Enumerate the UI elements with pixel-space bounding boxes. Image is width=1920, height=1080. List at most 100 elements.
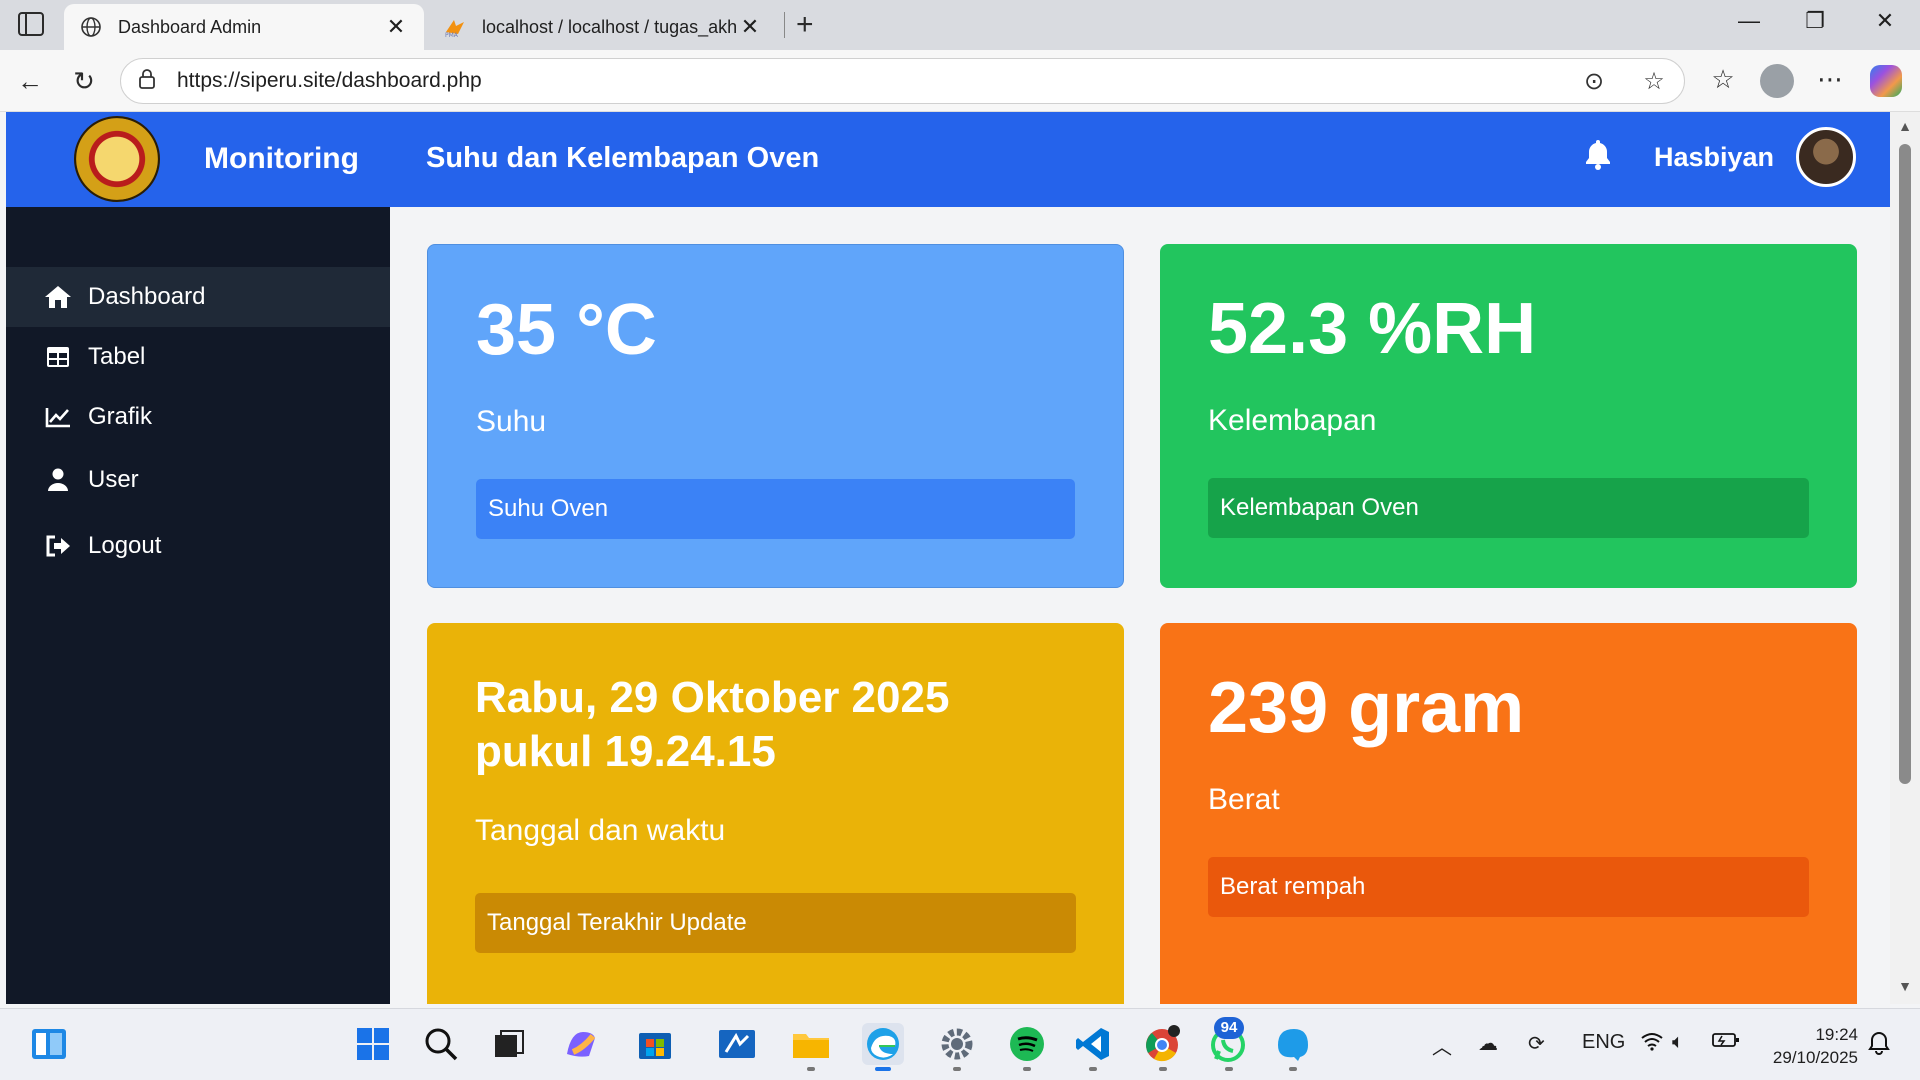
chart-icon [42,406,74,428]
sidebar-item-label: Logout [88,532,162,559]
scroll-up-icon[interactable]: ▲ [1890,118,1920,134]
tab-title: localhost / localhost / tugas_akhir [482,16,738,37]
close-window-icon[interactable]: ✕ [1870,8,1900,34]
edge-browser-icon[interactable] [862,1023,904,1071]
sidebar-item-label: Dashboard [88,283,206,310]
humidity-value: 52.3 %RH [1208,289,1537,369]
brand-area: Monitoring [6,112,390,207]
datetime-value: Rabu, 29 Oktober 2025 pukul 19.24.15 [475,673,950,776]
temperature-card: 35 °C Suhu Suhu Oven [427,244,1124,588]
favorite-star-icon[interactable]: ☆ [1624,67,1684,96]
vscode-icon[interactable] [1072,1023,1114,1071]
temperature-value: 35 °C [476,290,657,370]
sidebar-item-logout[interactable]: Logout [6,513,390,579]
svg-text:PMA: PMA [445,32,459,38]
sidebar-item-label: User [88,466,139,493]
browser-tab-bar: Dashboard Admin ✕ PMA localhost / localh… [0,0,1920,50]
running-indicator [875,1067,891,1071]
settings-menu-icon[interactable]: ⋯ [1812,64,1848,95]
file-explorer-icon[interactable] [790,1023,832,1071]
back-icon[interactable]: ← [14,66,46,97]
language-indicator[interactable]: ENG [1582,1031,1625,1054]
volume-icon[interactable]: 🔈︎ [1672,1031,1684,1054]
weight-footer[interactable]: Berat rempah [1208,857,1809,917]
clock-date: 29/10/2025 [1772,1048,1858,1067]
sidebar: Dashboard Tabel Grafik User Logout [6,207,390,1004]
notification-icon[interactable] [1868,1031,1890,1061]
wifi-icon[interactable] [1640,1031,1664,1057]
system-clock[interactable]: 19:24 29/10/2025 [1762,1023,1858,1069]
tab-phpmyadmin[interactable]: PMA localhost / localhost / tugas_akhir … [428,4,778,50]
dashboard-app: Monitoring Suhu dan Kelembapan Oven Hasb… [6,112,1890,1004]
page-scrollbar[interactable]: ▲ ▼ [1890,112,1920,1004]
onedrive-icon[interactable]: ☁ [1478,1031,1498,1056]
page-title: Suhu dan Kelembapan Oven [426,142,820,174]
globe-icon [80,16,102,38]
tab-dashboard-admin[interactable]: Dashboard Admin ✕ [64,4,424,50]
restore-icon[interactable]: ❐ [1800,8,1830,34]
minimize-icon[interactable]: — [1734,8,1764,34]
scroll-down-icon[interactable]: ▼ [1890,978,1920,994]
url-bar[interactable]: https://siperu.site/dashboard.php ⊙ ☆ [120,58,1685,104]
sidebar-item-grafik[interactable]: Grafik [6,387,390,447]
sidebar-item-tabel[interactable]: Tabel [6,327,390,387]
scrollbar-thumb[interactable] [1899,144,1911,784]
lock-icon[interactable] [137,68,165,95]
close-tab-icon[interactable]: ✕ [384,14,408,40]
windows-taskbar: 94 ︿ ☁ ⟳ ENG 🔈︎ 19:24 29/10/2025 [0,1008,1920,1080]
new-tab-icon[interactable]: + [796,8,814,42]
search-icon[interactable] [420,1023,462,1065]
running-indicator [1023,1067,1031,1071]
chrome-icon[interactable] [1142,1023,1184,1071]
username[interactable]: Hasbiyan [1654,142,1774,173]
sync-icon[interactable]: ⟳ [1528,1031,1545,1056]
running-indicator [807,1067,815,1071]
app-icon[interactable] [1272,1023,1314,1071]
more-options-icon[interactable]: ⊙ [1564,67,1624,96]
weight-card: 239 gram Berat Berat rempah [1160,623,1857,1004]
weight-label: Berat [1208,782,1280,816]
start-icon[interactable] [352,1023,394,1065]
microsoft-store-icon[interactable] [634,1023,676,1065]
running-indicator [1159,1067,1167,1071]
address-toolbar: ← ↻ https://siperu.site/dashboard.php ⊙ … [0,50,1920,112]
running-indicator [1289,1067,1297,1071]
humidity-footer[interactable]: Kelembapan Oven [1208,478,1809,538]
home-icon [42,285,74,309]
datetime-label: Tanggal dan waktu [475,814,726,848]
sidebar-item-label: Tabel [88,343,146,370]
mail-app-icon[interactable] [716,1023,758,1065]
copilot-icon[interactable] [1870,65,1902,97]
datetime-footer[interactable]: Tanggal Terakhir Update [475,893,1076,953]
whatsapp-notification-badge: 94 [1214,1017,1244,1039]
temperature-footer[interactable]: Suhu Oven [476,479,1075,539]
logout-icon [42,535,74,557]
close-tab-icon[interactable]: ✕ [738,14,762,40]
task-view-icon[interactable] [488,1023,530,1065]
profile-avatar-icon[interactable] [1760,64,1794,98]
humidity-label: Kelembapan [1208,403,1377,437]
weight-value: 239 gram [1208,668,1525,748]
sidebar-item-dashboard[interactable]: Dashboard [6,267,390,327]
sidebar-menu: Dashboard Tabel Grafik User Logout [6,267,390,579]
tab-separator [784,12,785,38]
chevron-up-icon[interactable]: ︿ [1432,1031,1452,1060]
brand-name[interactable]: Monitoring [204,142,359,176]
refresh-icon[interactable]: ↻ [68,66,100,97]
institution-logo [74,116,160,202]
copilot-app-icon[interactable] [560,1023,602,1065]
bell-icon[interactable] [1578,138,1618,175]
temperature-label: Suhu [476,404,547,438]
sidebar-item-user[interactable]: User [6,447,390,513]
favorites-icon[interactable]: ☆ [1705,64,1741,95]
url-text[interactable]: https://siperu.site/dashboard.php [177,69,1564,93]
clock-time: 19:24 [1815,1025,1858,1044]
battery-icon[interactable] [1712,1031,1740,1055]
tab-actions-icon[interactable] [18,12,44,36]
top-navbar: Monitoring Suhu dan Kelembapan Oven Hasb… [6,112,1890,207]
spotify-icon[interactable] [1006,1023,1048,1071]
user-avatar[interactable] [1796,127,1856,187]
widgets-icon[interactable] [28,1023,70,1065]
settings-icon[interactable] [936,1023,978,1071]
running-indicator [1225,1067,1233,1071]
